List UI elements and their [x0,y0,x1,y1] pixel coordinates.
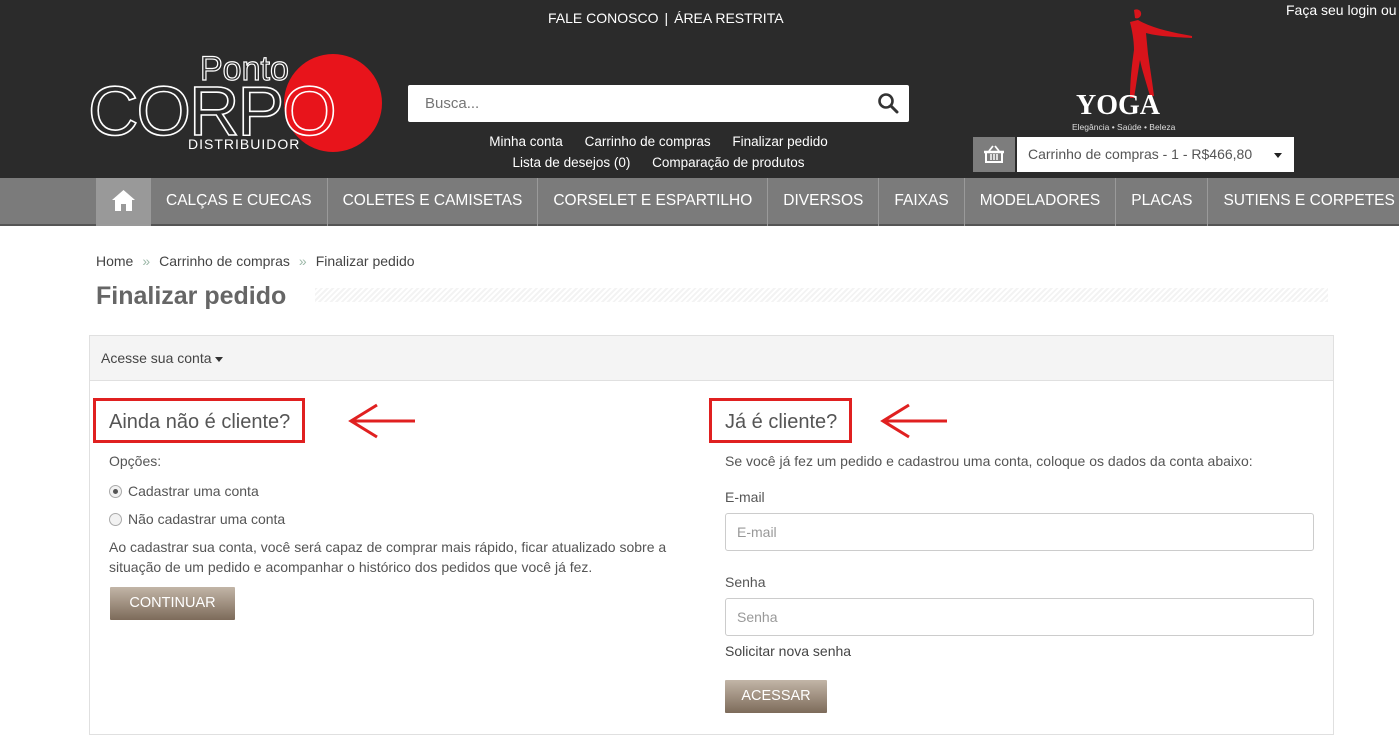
panel-heading[interactable]: Acesse sua conta [90,336,1333,381]
search-bar [408,85,909,122]
logo-distribuidor-text: DISTRIBUIDOR [188,136,300,152]
breadcrumb: Home » Carrinho de compras » Finalizar pedid… [96,253,415,269]
forgot-password-link[interactable]: Solicitar nova senha [725,643,851,659]
breadcrumb-separator: » [298,253,307,269]
chevron-down-icon [1274,153,1282,158]
yoga-wordmark: YOGA [1076,90,1161,121]
breadcrumb-separator: » [142,253,151,269]
breadcrumb-home[interactable]: Home [96,253,133,269]
caret-down-icon [214,356,223,362]
nav-item-coletes[interactable]: COLETES E CAMISETAS [328,178,539,226]
restricted-area-link[interactable]: ÁREA RESTRITA [674,10,783,26]
nav-item-faixas[interactable]: FAIXAS [879,178,965,226]
login-description: Se você já fez um pedido e cadastrou uma… [725,453,1253,469]
yoga-brand-logo: YOGA Elegância • Saúde • Beleza [1072,9,1192,132]
radio-guest[interactable] [109,512,122,526]
yoga-tagline: Elegância • Saúde • Beleza [1072,122,1176,132]
nav-item-modeladores[interactable]: MODELADORES [965,178,1117,226]
radio-register-label[interactable]: Cadastrar uma conta [128,483,259,499]
account-links: Minha conta Carrinho de compras Finaliza… [408,131,909,173]
breadcrumb-checkout[interactable]: Finalizar pedido [316,253,415,269]
password-label: Senha [725,574,766,590]
ponto-corpo-logo[interactable]: CORPO Ponto DISTRIBUIDOR [88,36,388,158]
checkout-link[interactable]: Finalizar pedido [732,134,827,149]
contact-link[interactable]: FALE CONOSCO [548,10,658,26]
register-description: Ao cadastrar sua conta, você será capaz … [109,539,667,575]
radio-register-row[interactable]: Cadastrar uma conta [109,483,259,499]
nav-item-corselet[interactable]: CORSELET E ESPARTILHO [538,178,769,226]
nav-item-placas[interactable]: PLACAS [1116,178,1209,226]
cart-link[interactable]: Carrinho de compras [585,134,711,149]
nav-home[interactable] [96,178,151,226]
continue-button[interactable]: CONTINUAR [110,587,235,620]
radio-guest-label[interactable]: Não cadastrar uma conta [128,511,285,527]
account-panel: Acesse sua conta Ainda não é cliente? Op… [89,335,1334,735]
cart-button[interactable]: Carrinho de compras - 1 - R$466,80 [1017,137,1294,172]
wishlist-link[interactable]: Lista de desejos (0) [513,155,631,170]
left-arrow-icon [348,403,415,439]
left-arrow-icon [880,403,947,439]
new-customer-title: Ainda não é cliente? [93,398,306,443]
radio-guest-row[interactable]: Não cadastrar uma conta [109,511,285,527]
radio-register[interactable] [109,484,122,498]
panel-heading-label: Acesse sua conta [101,350,212,366]
compare-link[interactable]: Comparação de produtos [652,155,804,170]
site-header: FALE CONOSCO | ÁREA RESTRITA Faça seu logi… [0,0,1399,178]
email-label: E-mail [725,489,765,505]
new-customer-section: Ainda não é cliente? Opções: Cadastrar u… [93,398,699,620]
login-button[interactable]: ACESSAR [725,680,827,713]
password-field[interactable]: Senha [725,598,1314,636]
search-input[interactable] [408,85,848,122]
main-nav: CALÇAS E CUECAS COLETES E CAMISETAS CORS… [0,178,1399,226]
cart-summary: Carrinho de compras - 1 - R$466,80 [1028,146,1253,162]
returning-customer-section: Já é cliente? Se você já fez um pedido e… [709,398,1315,713]
logo-ponto-text: Ponto [200,50,289,88]
cart-icon-box[interactable] [973,137,1015,172]
basket-icon [984,145,1004,163]
options-label: Opções: [109,453,162,469]
breadcrumb-cart[interactable]: Carrinho de compras [159,253,290,269]
cart-dropdown[interactable]: Carrinho de compras - 1 - R$466,80 [973,137,1294,172]
nav-item-sutiens[interactable]: SUTIENS E CORPETES [1208,178,1399,226]
title-decoration [315,288,1328,302]
search-icon[interactable] [877,92,899,114]
email-field[interactable]: E-mail [725,513,1314,551]
page-title: Finalizar pedido [96,282,287,310]
nav-item-calcas[interactable]: CALÇAS E CUECAS [151,178,328,226]
top-links-separator: | [664,10,669,26]
my-account-link[interactable]: Minha conta [489,134,563,149]
login-link[interactable]: Faça seu login ou [1286,2,1397,18]
top-links: FALE CONOSCO | ÁREA RESTRITA [548,10,784,26]
returning-customer-title: Já é cliente? [709,398,853,443]
home-icon [112,190,135,211]
nav-item-diversos[interactable]: DIVERSOS [768,178,880,226]
